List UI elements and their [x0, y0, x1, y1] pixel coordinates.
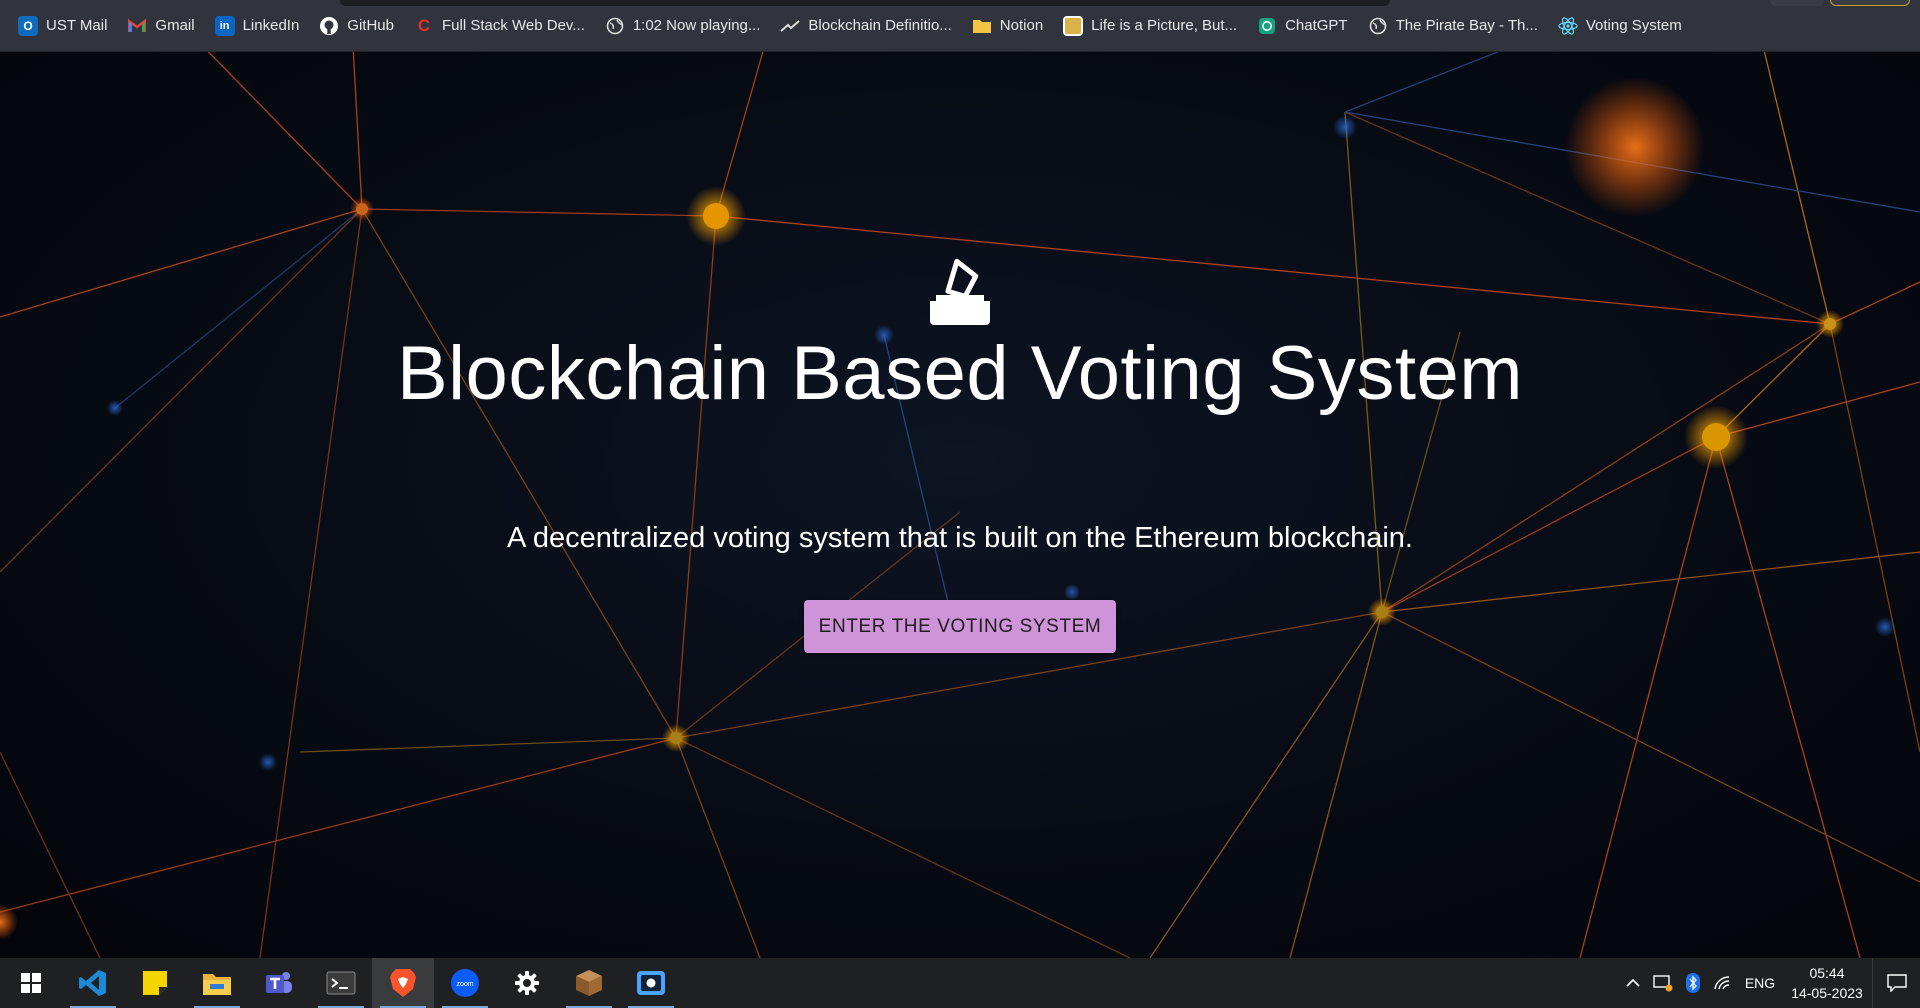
globe-icon	[1368, 16, 1388, 36]
investopedia-icon	[780, 16, 801, 36]
codecademy-icon: C	[417, 15, 431, 35]
taskbar-minecraft[interactable]	[558, 958, 620, 1008]
folder-icon	[972, 16, 992, 36]
bookmark-github[interactable]: GitHub	[317, 11, 404, 41]
bookmark-label: Life is a Picture, But...	[1091, 17, 1238, 34]
bookmark-label: Voting System	[1585, 17, 1682, 34]
chatgpt-icon	[1257, 16, 1277, 36]
ballot-box-icon	[930, 258, 990, 325]
bookmark-voting-system[interactable]: Voting System	[1556, 11, 1692, 41]
bookmark-label: Notion	[999, 17, 1044, 34]
bookmark-label: UST Mail	[46, 17, 108, 34]
taskbar-teams[interactable]	[248, 958, 310, 1008]
clock[interactable]: 05:44 14-05-2023	[1782, 963, 1872, 1003]
screen-recorder-icon	[637, 971, 665, 995]
notification-center-button[interactable]	[1872, 958, 1920, 1008]
windows-taskbar: zoom ENG 05:44 14-05-2023	[0, 958, 1920, 1008]
file-explorer-icon	[203, 974, 231, 995]
bookmarks-bar: O UST Mail Gmail in LinkedIn GitHub C Fu…	[0, 0, 1920, 52]
hero-section: Blockchain Based Voting System A decentr…	[0, 52, 1920, 958]
page-title: Blockchain Based Voting System	[396, 331, 1524, 416]
tab-strip-edge	[340, 0, 1390, 6]
bookmark-life-is-a-picture[interactable]: Life is a Picture, But...	[1061, 11, 1247, 41]
bookmark-label: 1:02 Now playing...	[632, 17, 761, 34]
bookmark-label: GitHub	[347, 17, 394, 34]
minecraft-icon	[576, 970, 602, 996]
bookmark-full-stack[interactable]: C Full Stack Web Dev...	[412, 11, 595, 41]
clock-date: 14-05-2023	[1791, 985, 1863, 1001]
enter-voting-system-button[interactable]: ENTER THE VOTING SYSTEM	[804, 600, 1116, 653]
zoom-icon: zoom	[451, 969, 479, 997]
hero-content: Blockchain Based Voting System A decentr…	[0, 52, 1920, 958]
bookmark-label: LinkedIn	[242, 17, 300, 34]
bookmark-ust-mail[interactable]: O UST Mail	[16, 11, 117, 41]
bookmark-linkedin[interactable]: in LinkedIn	[213, 11, 310, 41]
zoom-icon-label: zoom	[456, 981, 473, 988]
taskbar-sticky-notes[interactable]	[124, 958, 186, 1008]
bookmark-pirate-bay[interactable]: The Pirate Bay - Th...	[1366, 11, 1548, 41]
terminal-icon	[326, 971, 356, 995]
brave-browser-icon	[390, 969, 416, 997]
bookmark-label: Full Stack Web Dev...	[441, 17, 585, 34]
bookmark-label: Blockchain Definitio...	[808, 17, 952, 34]
windows-start-icon	[21, 973, 41, 993]
taskbar-file-explorer[interactable]	[186, 958, 248, 1008]
notification-icon	[1886, 974, 1907, 992]
show-hidden-icons-button[interactable]	[1618, 958, 1648, 1008]
bookmark-label: ChatGPT	[1285, 17, 1348, 34]
taskbar-settings[interactable]	[496, 958, 558, 1008]
gmail-icon	[127, 16, 147, 36]
monitor-alert-icon	[1653, 975, 1673, 992]
window-button[interactable]	[1770, 0, 1824, 6]
taskbar-vscode[interactable]	[62, 958, 124, 1008]
bookmark-label: The Pirate Bay - Th...	[1395, 17, 1538, 34]
tray-wifi[interactable]	[1708, 958, 1738, 1008]
teams-icon	[266, 972, 292, 993]
bookmark-now-playing[interactable]: 1:02 Now playing...	[603, 11, 771, 41]
window-button-highlighted[interactable]	[1830, 0, 1910, 6]
bookmark-blockchain-definition[interactable]: Blockchain Definitio...	[778, 11, 961, 41]
taskbar-screen-recorder[interactable]	[620, 958, 682, 1008]
react-icon	[1558, 16, 1578, 36]
globe-icon	[605, 16, 625, 36]
pixel-art-icon	[1063, 15, 1084, 36]
taskbar-zoom[interactable]: zoom	[434, 958, 496, 1008]
wifi-icon	[1714, 976, 1730, 990]
tray-bluetooth[interactable]	[1678, 958, 1708, 1008]
bookmark-gmail[interactable]: Gmail	[125, 11, 204, 41]
system-tray: ENG 05:44 14-05-2023	[1618, 958, 1920, 1008]
vscode-icon	[79, 970, 106, 996]
taskbar-brave[interactable]	[372, 958, 434, 1008]
bluetooth-icon	[1686, 973, 1700, 993]
language-indicator[interactable]: ENG	[1738, 958, 1782, 1008]
bookmark-notion[interactable]: Notion	[970, 11, 1053, 41]
taskbar-terminal[interactable]	[310, 958, 372, 1008]
settings-icon	[515, 971, 539, 995]
chevron-up-icon	[1626, 978, 1640, 987]
linkedin-icon: in	[214, 15, 235, 36]
sticky-notes-icon	[143, 971, 167, 995]
bookmark-label: Gmail	[155, 17, 195, 34]
clock-time: 05:44	[1809, 965, 1845, 981]
bookmark-chatgpt[interactable]: ChatGPT	[1255, 11, 1358, 41]
github-icon	[319, 16, 339, 36]
page-subtitle: A decentralized voting system that is bu…	[507, 522, 1413, 554]
start-button[interactable]	[0, 958, 62, 1008]
outlook-icon: O	[18, 15, 38, 36]
tray-meet-now[interactable]	[1648, 958, 1678, 1008]
